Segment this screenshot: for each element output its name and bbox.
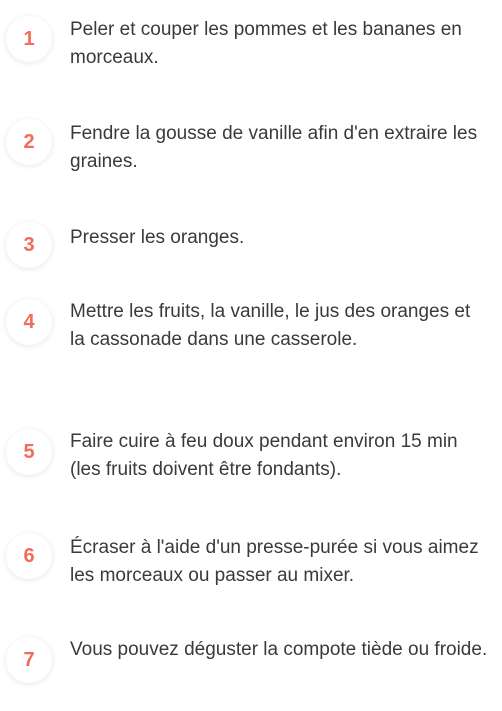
step-text: Écraser à l'aide d'un presse-purée si vo…: [70, 537, 479, 586]
recipe-steps-list: 1 Peler et couper les pommes et les bana…: [0, 0, 502, 711]
step-number-badge: 1: [6, 16, 52, 62]
step-text: Peler et couper les pommes et les banane…: [70, 19, 462, 68]
step-number-badge: 2: [6, 119, 52, 165]
step-text: Mettre les fruits, la vanille, le jus de…: [70, 301, 471, 350]
step-number-badge: 6: [6, 533, 52, 579]
step-text: Vous pouvez déguster la compote tiède ou…: [70, 639, 488, 660]
step-text: Presser les oranges.: [70, 227, 245, 248]
step-number-badge: 5: [6, 429, 52, 475]
step-number-badge: 4: [6, 299, 52, 345]
step-text: Faire cuire à feu doux pendant environ 1…: [70, 431, 458, 480]
step-text: Fendre la gousse de vanille afin d'en ex…: [70, 123, 478, 172]
step-number-badge: 7: [6, 637, 52, 683]
step-number-badge: 3: [6, 222, 52, 268]
